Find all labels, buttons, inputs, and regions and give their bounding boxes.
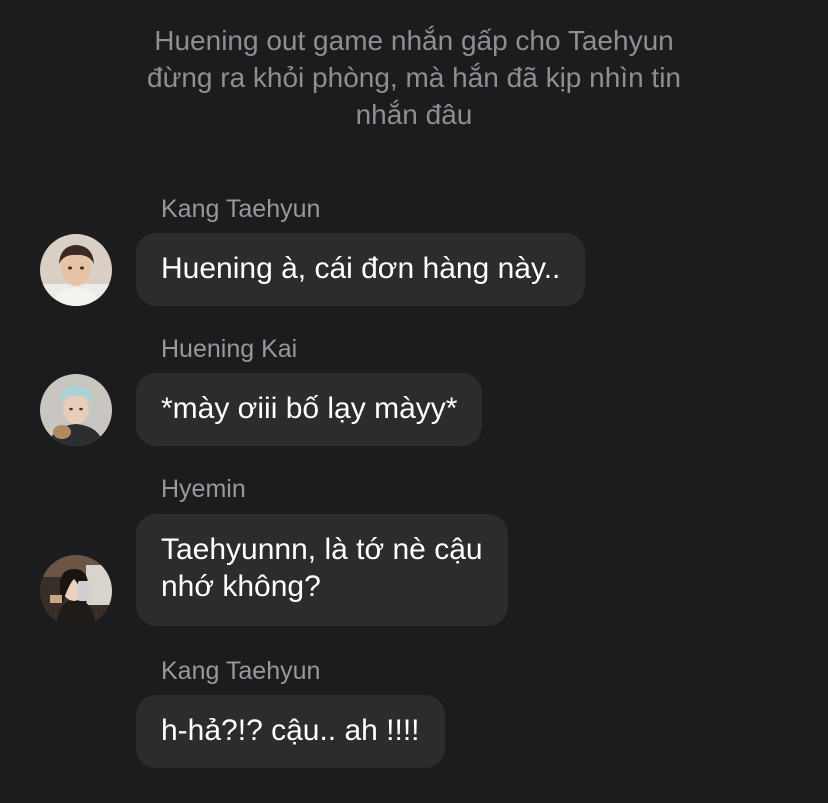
message-text: Taehyunnn, là tớ nè cậu bbox=[161, 533, 483, 566]
message-bubble[interactable]: Huening à, cái đơn hàng này.. bbox=[136, 233, 586, 306]
message-text: h-hả?!? cậu.. ah !!!! bbox=[161, 714, 420, 747]
sender-name: Huening Kai bbox=[161, 335, 298, 363]
avatar-kang-taehyun[interactable] bbox=[40, 234, 112, 306]
message-text: *mày ơiii bố lạy màyy* bbox=[161, 392, 458, 425]
system-note-line: Huening out game nhắn gấp cho Taehyun bbox=[154, 25, 674, 56]
avatar-huening-kai[interactable] bbox=[40, 374, 112, 446]
sender-name: Hyemin bbox=[161, 475, 246, 503]
message-bubble[interactable]: *mày ơiii bố lạy màyy* bbox=[136, 373, 483, 446]
system-note-line: đừng ra khỏi phòng, mà hắn đã kịp nhìn t… bbox=[147, 62, 681, 93]
message-bubble[interactable]: Taehyunnn, là tớ nè cậu nhớ không? bbox=[136, 514, 508, 626]
message-text: Huening à, cái đơn hàng này.. bbox=[161, 252, 561, 285]
sender-name: Kang Taehyun bbox=[161, 195, 321, 223]
system-note-line: nhắn đâu bbox=[355, 99, 473, 130]
message-bubble[interactable]: h-hả?!? cậu.. ah !!!! bbox=[136, 695, 445, 768]
message-text: nhớ không? bbox=[161, 570, 321, 603]
sender-name: Kang Taehyun bbox=[161, 657, 321, 685]
system-note: Huening out game nhắn gấp cho Taehyun đừ… bbox=[90, 22, 738, 133]
avatar-hyemin[interactable] bbox=[40, 555, 112, 627]
